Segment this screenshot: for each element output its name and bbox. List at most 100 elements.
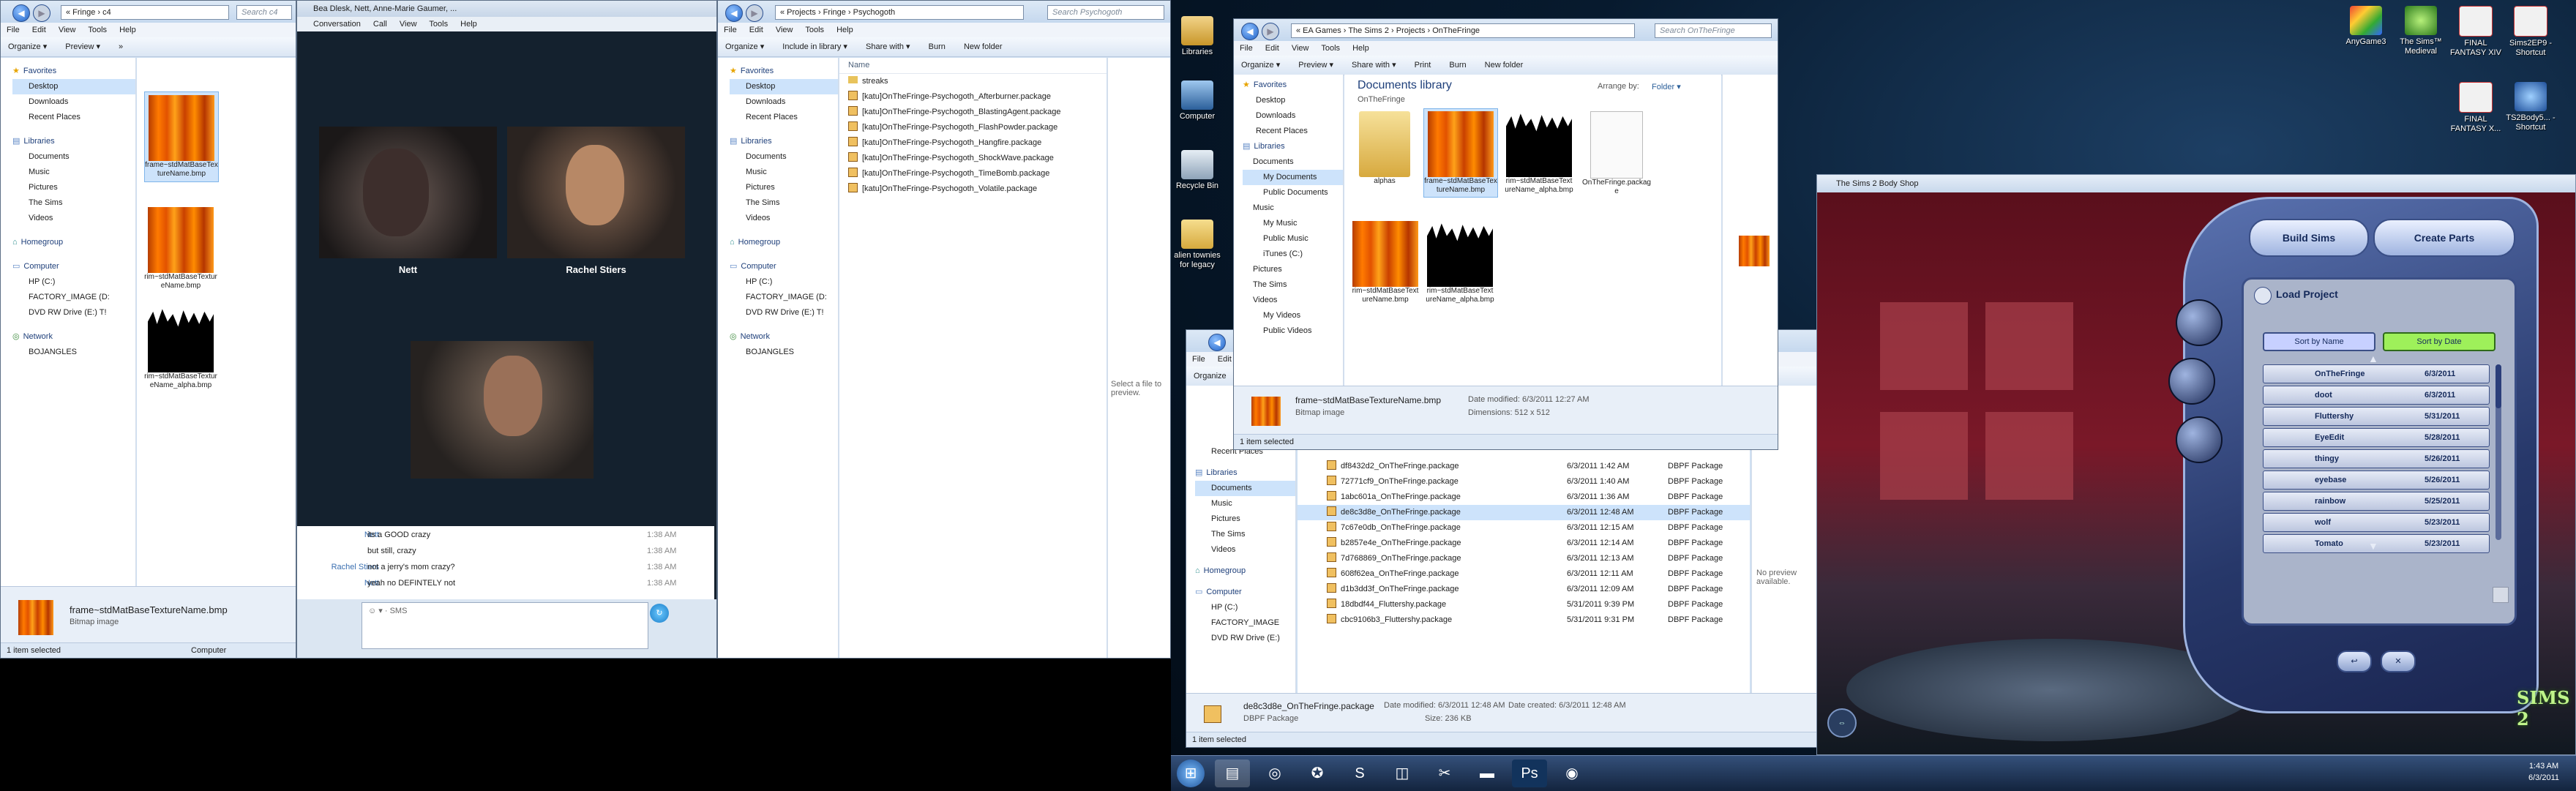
nav-videos[interactable]: Videos (12, 211, 135, 226)
desktop-icon-ffxiv[interactable]: FINAL FANTASY XIV (2448, 6, 2504, 58)
new-folder-button[interactable]: New folder (964, 42, 1003, 51)
nav-music[interactable]: Music (1195, 496, 1295, 511)
search-input[interactable]: Search OnTheFringe (1655, 23, 1772, 38)
menu-tools[interactable]: Tools (805, 26, 824, 34)
nav-the-sims[interactable]: The Sims (1243, 277, 1343, 293)
nav-dvd-drive[interactable]: DVD RW Drive (E:) (1195, 631, 1295, 646)
package-row[interactable]: d1b3dd3f_OnTheFringe.package 6/3/2011 12:… (1298, 582, 1750, 597)
file-row[interactable]: [katu]OnTheFringe-Psychogoth_Hangfire.pa… (839, 135, 1107, 151)
taskbar-app-icon[interactable]: ◫ (1385, 760, 1420, 787)
nav-videos[interactable]: Videos (1195, 542, 1295, 558)
nav-homegroup[interactable]: Homegroup (1195, 563, 1295, 579)
list-scrollbar[interactable] (2496, 364, 2501, 540)
menu-tools[interactable]: Tools (1321, 44, 1340, 53)
search-input[interactable]: Search Psychogoth (1047, 5, 1164, 20)
nav-videos[interactable]: Videos (730, 211, 838, 226)
taskbar-aim-icon[interactable]: ✪ (1300, 760, 1335, 787)
project-list-item[interactable]: Fluttershy 5/31/2011 (2263, 407, 2490, 426)
nav-public-videos[interactable]: Public Videos (1243, 323, 1343, 339)
folder-item[interactable]: alphas (1352, 111, 1418, 186)
accept-button[interactable]: ↩ (2337, 651, 2372, 672)
nav-factory-image[interactable]: FACTORY_IMAGE (1195, 615, 1295, 631)
mode-knob-2[interactable] (2168, 358, 2215, 405)
desktop-icon-alien-townies[interactable]: alien townies for legacy (1169, 220, 1225, 270)
nav-factory-image[interactable]: FACTORY_IMAGE (D: (12, 290, 135, 305)
nav-videos[interactable]: Videos (1243, 293, 1343, 308)
package-row[interactable]: 7d768869_OnTheFringe.package 6/3/2011 12:… (1298, 551, 1750, 566)
nav-downloads[interactable]: Downloads (730, 94, 838, 110)
print-button[interactable]: Print (1415, 61, 1431, 70)
file-row[interactable]: [katu]OnTheFringe-Psychogoth_BlastingAge… (839, 105, 1107, 120)
nav-documents[interactable]: Documents (730, 149, 838, 165)
menu-tools[interactable]: Tools (88, 26, 107, 34)
nav-dvd-drive[interactable]: DVD RW Drive (E:) T! (730, 305, 838, 320)
desktop-icon-ts2body[interactable]: TS2Body5... - Shortcut (2503, 82, 2558, 132)
nav-bojangles[interactable]: BOJANGLES (730, 345, 838, 360)
package-row[interactable]: 1abc601a_OnTheFringe.package 6/3/2011 1:3… (1298, 490, 1750, 505)
file-item[interactable]: rim~stdMatBaseTextureName_alpha.bmp (1504, 111, 1574, 195)
back-button[interactable]: ◀ (725, 4, 743, 22)
nav-my-documents[interactable]: My Documents (1243, 170, 1343, 185)
menu-help[interactable]: Help (1352, 44, 1369, 53)
menu-file[interactable]: File (1192, 355, 1205, 364)
menu-edit[interactable]: Edit (749, 26, 763, 34)
menu-help[interactable]: Help (836, 26, 853, 34)
file-row[interactable]: [katu]OnTheFringe-Psychogoth_ShockWave.p… (839, 151, 1107, 166)
package-row[interactable]: 608f62ea_OnTheFringe.package 6/3/2011 12:… (1298, 566, 1750, 582)
nav-downloads[interactable]: Downloads (12, 94, 135, 110)
nav-public-documents[interactable]: Public Documents (1243, 185, 1343, 200)
menu-view[interactable]: View (59, 26, 76, 34)
file-row[interactable]: [katu]OnTheFringe-Psychogoth_Afterburner… (839, 89, 1107, 105)
nav-favorites[interactable]: Favorites (12, 64, 135, 79)
desktop-icon-computer[interactable]: Computer (1169, 80, 1225, 121)
nav-music[interactable]: Music (12, 165, 135, 180)
burn-button[interactable]: Burn (929, 42, 946, 51)
desktop-icon-ffx[interactable]: FINAL FANTASY X... (2448, 82, 2504, 134)
nav-public-music[interactable]: Public Music (1243, 231, 1343, 247)
nav-libraries[interactable]: Libraries (12, 134, 135, 149)
organize-button[interactable]: Organize (1194, 372, 1227, 380)
mode-knob-1[interactable] (2176, 299, 2223, 346)
package-row[interactable]: b2857e4e_OnTheFringe.package 6/3/2011 12:… (1298, 536, 1750, 551)
delete-project-icon[interactable] (2493, 587, 2509, 603)
nav-hp-drive[interactable]: HP (C:) (1195, 600, 1295, 615)
nav-computer[interactable]: Computer (1195, 585, 1295, 600)
address-bar[interactable]: « Projects › Fringe › Psychogoth (775, 5, 1024, 20)
nav-the-sims[interactable]: The Sims (12, 195, 135, 211)
forward-button[interactable]: ▶ (746, 4, 763, 22)
nav-dvd-drive[interactable]: DVD RW Drive (E:) T! (12, 305, 135, 320)
burn-button[interactable]: Burn (1449, 61, 1466, 70)
nav-computer[interactable]: Computer (730, 259, 838, 274)
message-input[interactable]: ☺ ▾ · SMS (362, 602, 648, 649)
nav-desktop[interactable]: Desktop (12, 79, 135, 94)
mode-knob-3[interactable] (2176, 416, 2223, 463)
nav-downloads[interactable]: Downloads (1243, 108, 1343, 124)
nav-music[interactable]: Music (730, 165, 838, 180)
project-list-item[interactable]: rainbow 5/25/2011 (2263, 492, 2490, 511)
nav-my-music[interactable]: My Music (1243, 216, 1343, 231)
nav-libraries[interactable]: Libraries (1195, 465, 1295, 481)
include-in-library-button[interactable]: Include in library ▾ (782, 42, 847, 51)
taskbar-chrome-icon[interactable]: ◎ (1257, 760, 1292, 787)
taskbar-skype-icon[interactable]: S (1342, 760, 1377, 787)
file-item[interactable]: frame~stdMatBaseTextureName.bmp (1423, 108, 1498, 198)
nav-pictures[interactable]: Pictures (730, 180, 838, 195)
nav-the-sims[interactable]: The Sims (730, 195, 838, 211)
project-list-item[interactable]: wolf 5/23/2011 (2263, 513, 2490, 532)
nav-network[interactable]: Network (12, 329, 135, 345)
share-with-button[interactable]: Share with ▾ (1352, 61, 1396, 70)
package-row[interactable]: cbc9106b3_Fluttershy.package 5/31/2011 9:… (1298, 612, 1750, 628)
project-list-item[interactable]: OnTheFringe 6/3/2011 (2263, 364, 2490, 383)
nav-documents[interactable]: Documents (1195, 481, 1295, 496)
nav-recent[interactable]: Recent Places (12, 110, 135, 125)
nav-pictures[interactable]: Pictures (1243, 262, 1343, 277)
menu-help[interactable]: Help (119, 26, 136, 34)
package-row[interactable]: 18dbdf44_Fluttershy.package 5/31/2011 9:3… (1298, 597, 1750, 612)
menu-conversation[interactable]: Conversation (313, 20, 361, 29)
taskbar-photoshop-icon[interactable]: Ps (1512, 760, 1547, 787)
system-clock[interactable]: 1:43 AM 6/3/2011 (2517, 760, 2570, 784)
organize-button[interactable]: Organize ▾ (8, 42, 47, 51)
nav-my-videos[interactable]: My Videos (1243, 308, 1343, 323)
nav-recent[interactable]: Recent Places (1243, 124, 1343, 139)
file-item[interactable]: rim~stdMatBaseTextureName_alpha.bmp (144, 304, 217, 393)
